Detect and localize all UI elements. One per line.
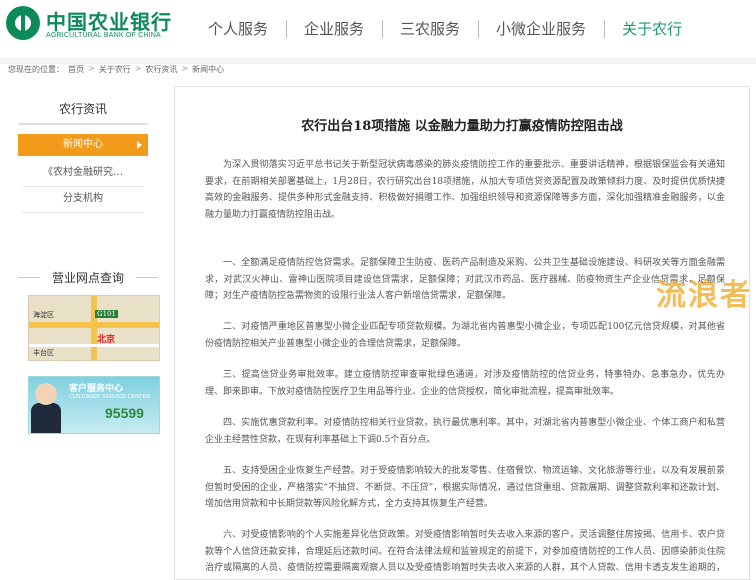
sidebar-item-news-center[interactable]: 新闻中心 xyxy=(18,134,148,156)
service-center-en: CUSTOMER SERVICE CENTER xyxy=(69,394,150,400)
sidebar-divider xyxy=(22,212,144,213)
sidebar-item-rural-finance[interactable]: 《农村金融研究… xyxy=(18,162,148,184)
breadcrumb: 您现在的位置： 首页 > 关于农行 > 农行资讯 > 新闻中心 xyxy=(8,64,224,75)
watermark-text: 流浪者 xyxy=(656,270,752,314)
article-title: 农行出台18项措施 以金融力量助力打赢疫情防控阻击战 xyxy=(175,115,749,134)
breadcrumb-news-center: 新闻中心 xyxy=(192,64,224,75)
nav-small-business[interactable]: 小微企业服务 xyxy=(478,0,604,58)
service-hotline: 95599 xyxy=(105,405,144,421)
logo-en-text: AGRICULTURAL BANK OF CHINA xyxy=(46,32,161,39)
network-search-title: 营业网点查询 xyxy=(18,269,158,286)
article-paragraph: 六、对受疫情影响的个人实施差异化信贷政策。对受疫情影响暂时失去收入来源的客户，灵… xyxy=(205,527,725,580)
breadcrumb-about[interactable]: 关于农行 xyxy=(99,64,131,75)
breadcrumb-arrow-icon: > xyxy=(181,64,188,75)
breadcrumb-news-info[interactable]: 农行资讯 xyxy=(145,64,177,75)
map-label-district: 海淀区 xyxy=(33,310,54,320)
bank-logo[interactable]: 中国农业银行 AGRICULTURAL BANK OF CHINA xyxy=(6,4,176,50)
site-header: 中国农业银行 AGRICULTURAL BANK OF CHINA 个人服务 企… xyxy=(0,0,756,58)
customer-service-banner[interactable]: 客户服务中心 CUSTOMER SERVICE CENTER 95599 xyxy=(28,376,160,434)
service-agent-icon xyxy=(31,403,61,433)
nav-agriculture[interactable]: 三农服务 xyxy=(382,0,478,58)
branch-map-banner[interactable]: 海淀区 丰台区 G101 北京 xyxy=(28,295,160,361)
article-paragraph: 五、支持受困企业恢复生产经营。对于受疫情影响较大的批发零售、住宿餐饮、物流运输、… xyxy=(205,463,725,513)
nav-corporate[interactable]: 企业服务 xyxy=(286,0,382,58)
article-paragraph: 为深入贯彻落实习近平总书记关于新型冠状病毒感染的肺炎疫情防控工作的重要批示、重要… xyxy=(205,157,725,223)
article-panel: 农行出台18项措施 以金融力量助力打赢疫情防控阻击战 为深入贯彻落实习近平总书记… xyxy=(174,86,750,580)
nav-about[interactable]: 关于农行 xyxy=(604,0,700,58)
article-paragraph: 四、实施优惠贷款利率。对疫情防控相关行业贷款，执行最优惠利率。其中，对湖北省内普… xyxy=(205,415,725,448)
sidebar-divider xyxy=(22,186,144,187)
main-nav: 个人服务 企业服务 三农服务 小微企业服务 关于农行 xyxy=(190,0,700,58)
breadcrumb-home[interactable]: 首页 xyxy=(68,64,84,75)
logo-cn-text: 中国农业银行 xyxy=(46,6,172,35)
breadcrumb-arrow-icon: > xyxy=(135,64,142,75)
service-center-cn: 客户服务中心 xyxy=(69,381,123,394)
article-paragraph: 一、全额满足疫情防控信贷需求。足额保障卫生防疫、医药产品制造及采购、公共卫生基础… xyxy=(205,255,725,305)
nav-personal[interactable]: 个人服务 xyxy=(190,0,286,58)
map-route-badge: G101 xyxy=(95,310,118,318)
abc-logo-icon xyxy=(6,6,40,40)
map-label-district: 丰台区 xyxy=(33,348,54,358)
breadcrumb-arrow-icon: > xyxy=(88,64,95,75)
sidebar-title: 农行资讯 xyxy=(18,100,148,125)
sidebar-item-branches[interactable]: 分支机构 xyxy=(18,188,148,210)
article-paragraph: 三、提高信贷业务审批效率。建立疫情防控审查审批绿色通道，对涉及疫情防控的信贷业务… xyxy=(205,367,725,400)
map-city-label: 北京 xyxy=(97,332,115,345)
article-paragraph: 二、对疫情严重地区普惠型小微企业匹配专项贷款规模。为湖北省内普惠型小微企业，专项… xyxy=(205,319,725,352)
breadcrumb-prefix: 您现在的位置： xyxy=(8,64,64,75)
